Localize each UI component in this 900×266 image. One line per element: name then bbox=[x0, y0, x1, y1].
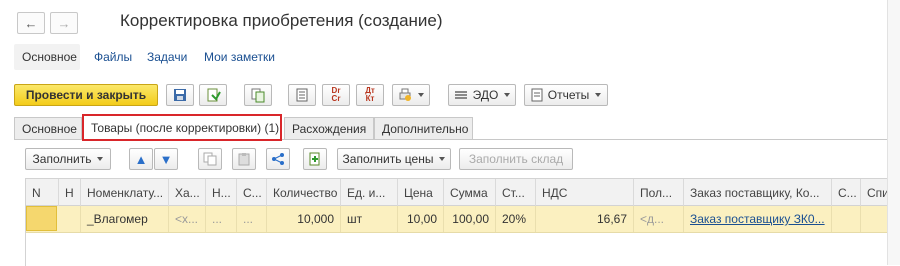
create-based-on-button[interactable] bbox=[244, 84, 272, 106]
table-row[interactable]: _Влагомер <х... ... ... 10,000 шт 10,00 … bbox=[26, 206, 891, 233]
section-main[interactable]: Основное bbox=[22, 50, 77, 64]
move-down-button[interactable]: ▼ bbox=[154, 148, 178, 170]
chevron-down-icon bbox=[595, 93, 602, 97]
col-header-c[interactable]: С... bbox=[832, 179, 861, 206]
fill-warehouse-button[interactable]: Заполнить склад bbox=[459, 148, 573, 170]
save-button[interactable] bbox=[166, 84, 194, 106]
cell-n[interactable] bbox=[26, 206, 57, 231]
print-icon bbox=[399, 88, 411, 101]
col-header-quantity[interactable]: Количество bbox=[267, 179, 341, 206]
share-button[interactable] bbox=[266, 148, 290, 170]
col-header-nomenclature[interactable]: Номенклату... bbox=[81, 179, 169, 206]
dt-cr-icon: Dr Cr bbox=[331, 86, 341, 103]
chevron-down-icon bbox=[439, 157, 446, 161]
post-and-close-label: Провести и закрыть bbox=[25, 88, 147, 102]
forward-button[interactable]: → bbox=[50, 12, 78, 34]
col-header-price[interactable]: Цена bbox=[398, 179, 444, 206]
page-title: Корректировка приобретения (создание) bbox=[120, 11, 443, 30]
col-header-order[interactable]: Заказ поставщику, Ко... bbox=[684, 179, 832, 206]
fill-prices-label: Заполнить цены bbox=[342, 152, 434, 166]
col-header-s[interactable]: С... bbox=[237, 179, 267, 206]
tab-goods-label: Товары (после корректировки) (1) bbox=[91, 120, 280, 135]
chevron-down-icon bbox=[504, 93, 511, 97]
share-icon bbox=[272, 153, 284, 165]
floppy-icon bbox=[174, 89, 186, 101]
cell-n2[interactable]: ... bbox=[206, 206, 237, 232]
chevron-down-icon bbox=[418, 93, 424, 97]
post-button[interactable] bbox=[199, 84, 227, 106]
move-up-button[interactable]: ▲ bbox=[129, 148, 153, 170]
cell-characteristic[interactable]: <х... bbox=[169, 206, 206, 232]
col-header-sum[interactable]: Сумма bbox=[444, 179, 496, 206]
cell-recipient[interactable]: <д... bbox=[634, 206, 684, 232]
add-from-document-button[interactable] bbox=[303, 148, 327, 170]
section-files[interactable]: Файлы bbox=[94, 50, 132, 64]
tab-additional-label: Дополнительно bbox=[382, 121, 469, 136]
cell-unit[interactable]: шт bbox=[341, 206, 398, 232]
copy-row-button[interactable] bbox=[198, 148, 222, 170]
cell-sum[interactable]: 100,00 bbox=[444, 206, 496, 232]
cell-h[interactable] bbox=[59, 206, 81, 232]
arrow-right-icon: → bbox=[57, 15, 71, 31]
dt-kt-icon: Дт Кт bbox=[365, 86, 375, 103]
cell-rate[interactable]: 20% bbox=[496, 206, 536, 232]
cell-s[interactable]: ... bbox=[237, 206, 267, 232]
vertical-scrollbar[interactable] bbox=[887, 0, 900, 265]
goods-table[interactable]: N Н Номенклату... Ха... Н... С... Количе… bbox=[25, 178, 891, 266]
document-add-icon bbox=[309, 152, 320, 166]
list-icon bbox=[296, 88, 308, 102]
cell-vat[interactable]: 16,67 bbox=[536, 206, 634, 232]
col-header-unit[interactable]: Ед. и... bbox=[341, 179, 398, 206]
reports-button[interactable]: Отчеты bbox=[524, 84, 608, 106]
col-header-h[interactable]: Н bbox=[59, 179, 81, 206]
col-header-recipient[interactable]: Пол... bbox=[634, 179, 684, 206]
edo-button[interactable]: ЭДО bbox=[448, 84, 516, 106]
fill-button[interactable]: Заполнить bbox=[25, 148, 111, 170]
cell-order[interactable]: Заказ поставщику ЗК0... bbox=[684, 206, 832, 232]
dt-cr-button[interactable]: Dr Cr bbox=[322, 84, 350, 106]
copy-green-icon bbox=[251, 88, 264, 102]
table-header: N Н Номенклату... Ха... Н... С... Количе… bbox=[26, 179, 891, 206]
col-header-vat[interactable]: НДС bbox=[536, 179, 634, 206]
print-button[interactable] bbox=[392, 84, 430, 106]
section-tasks[interactable]: Задачи bbox=[147, 50, 187, 64]
arrow-left-icon: ← bbox=[24, 15, 38, 31]
fill-label: Заполнить bbox=[32, 152, 92, 166]
order-link[interactable]: Заказ поставщику ЗК0... bbox=[690, 212, 825, 226]
paste-row-button[interactable] bbox=[232, 148, 256, 170]
back-button[interactable]: ← bbox=[17, 12, 45, 34]
col-header-n2[interactable]: Н... bbox=[206, 179, 237, 206]
paste-icon bbox=[238, 153, 250, 166]
copy-icon bbox=[203, 152, 217, 166]
cell-c[interactable] bbox=[832, 206, 861, 232]
cell-nomenclature[interactable]: _Влагомер bbox=[81, 206, 169, 232]
reports-label: Отчеты bbox=[547, 88, 590, 102]
post-and-close-button[interactable]: Провести и закрыть bbox=[14, 84, 158, 106]
reports-icon bbox=[531, 88, 543, 102]
section-notes[interactable]: Мои заметки bbox=[204, 50, 275, 64]
dt-kt-button[interactable]: Дт Кт bbox=[356, 84, 384, 106]
col-header-characteristic[interactable]: Ха... bbox=[169, 179, 206, 206]
edo-icon bbox=[454, 91, 467, 99]
cell-price[interactable]: 10,00 bbox=[398, 206, 444, 232]
tab-main-label: Основное bbox=[22, 121, 77, 136]
tab-main[interactable]: Основное bbox=[14, 117, 82, 139]
tab-additional[interactable]: Дополнительно bbox=[374, 117, 473, 139]
col-header-rate[interactable]: Ст... bbox=[496, 179, 536, 206]
col-header-n[interactable]: N bbox=[26, 179, 59, 206]
fill-warehouse-label: Заполнить склад bbox=[468, 152, 564, 166]
chevron-down-icon bbox=[97, 157, 104, 161]
edo-label: ЭДО bbox=[472, 88, 499, 102]
fill-prices-button[interactable]: Заполнить цены bbox=[337, 148, 451, 170]
tab-goods[interactable]: Товары (после корректировки) (1) bbox=[82, 114, 282, 141]
cell-quantity[interactable]: 10,000 bbox=[267, 206, 341, 232]
tab-discrepancies[interactable]: Расхождения bbox=[284, 117, 374, 139]
arrow-up-icon: ▲ bbox=[134, 151, 148, 167]
post-document-icon bbox=[207, 88, 221, 101]
document-list-button[interactable] bbox=[288, 84, 316, 106]
arrow-down-icon: ▼ bbox=[159, 151, 173, 167]
tab-discrepancies-label: Расхождения bbox=[292, 121, 367, 136]
